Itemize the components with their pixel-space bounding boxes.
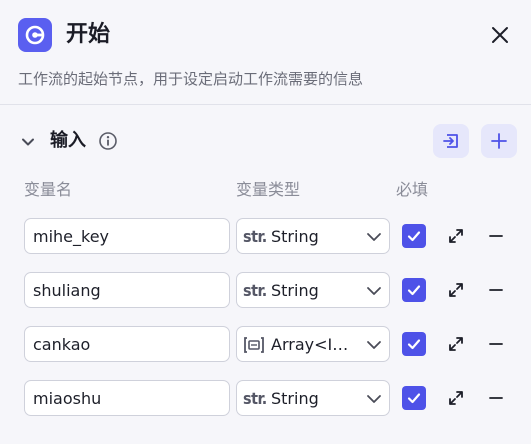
panel-header: 开始: [18, 18, 517, 54]
minus-icon: [489, 289, 503, 291]
variable-row: str. String: [24, 272, 516, 308]
check-icon: [407, 285, 421, 296]
string-type-icon: str.: [243, 389, 267, 408]
panel-description: 工作流的起始节点，用于设定启动工作流需要的信息: [18, 70, 364, 88]
check-icon: [407, 393, 421, 404]
expand-icon: [449, 283, 463, 297]
expand-button[interactable]: [446, 226, 466, 246]
variable-row: Array<I…: [24, 326, 516, 362]
expand-button[interactable]: [446, 280, 466, 300]
info-icon[interactable]: [98, 131, 118, 151]
import-icon: [443, 134, 458, 148]
variable-row: str. String: [24, 218, 516, 254]
remove-variable-button[interactable]: [486, 388, 506, 408]
variable-name-input[interactable]: [24, 272, 230, 308]
add-variable-button[interactable]: [481, 124, 517, 158]
variable-name-input[interactable]: [24, 326, 230, 362]
expand-button[interactable]: [446, 334, 466, 354]
expand-icon: [449, 337, 463, 351]
chevron-down-icon: [367, 395, 381, 403]
column-header-type: 变量类型: [236, 180, 301, 199]
chevron-down-icon: [367, 341, 381, 349]
check-icon: [407, 339, 421, 350]
section-title: 输入: [50, 130, 86, 151]
expand-icon: [449, 229, 463, 243]
minus-icon: [489, 397, 503, 399]
variable-type-label: String: [271, 227, 319, 246]
start-node-icon: [18, 18, 52, 52]
panel-title: 开始: [66, 22, 111, 47]
string-type-icon: str.: [243, 227, 267, 246]
remove-variable-button[interactable]: [486, 334, 506, 354]
variable-type-select[interactable]: Array<I…: [236, 326, 390, 362]
variable-type-label: Array<I…: [271, 335, 349, 354]
variable-row: str. String: [24, 380, 516, 416]
start-node-panel: 开始 工作流的起始节点，用于设定启动工作流需要的信息 输入 变量名 变量类型 必…: [0, 0, 531, 444]
collapse-toggle[interactable]: [18, 132, 38, 152]
column-header-required: 必填: [396, 180, 429, 199]
array-type-icon: [243, 335, 265, 355]
expand-button[interactable]: [446, 388, 466, 408]
minus-icon: [489, 343, 503, 345]
plus-icon: [491, 133, 507, 149]
remove-variable-button[interactable]: [486, 226, 506, 246]
chevron-down-icon: [367, 233, 381, 241]
required-checkbox[interactable]: [402, 278, 426, 302]
variable-type-select[interactable]: str. String: [236, 380, 390, 416]
check-icon: [407, 231, 421, 242]
variable-type-select[interactable]: str. String: [236, 218, 390, 254]
chevron-down-icon: [22, 138, 34, 146]
required-checkbox[interactable]: [402, 332, 426, 356]
variable-type-label: String: [271, 281, 319, 300]
variable-name-input[interactable]: [24, 218, 230, 254]
remove-variable-button[interactable]: [486, 280, 506, 300]
import-button[interactable]: [433, 124, 469, 158]
string-type-icon: str.: [243, 281, 267, 300]
input-section-header: 输入: [18, 124, 517, 160]
minus-icon: [489, 235, 503, 237]
close-icon: [492, 27, 508, 43]
variable-name-input[interactable]: [24, 380, 230, 416]
required-checkbox[interactable]: [402, 386, 426, 410]
divider: [0, 104, 531, 105]
column-header-name: 变量名: [24, 180, 73, 199]
variable-type-select[interactable]: str. String: [236, 272, 390, 308]
variable-type-label: String: [271, 389, 319, 408]
close-button[interactable]: [487, 22, 513, 48]
required-checkbox[interactable]: [402, 224, 426, 248]
chevron-down-icon: [367, 287, 381, 295]
expand-icon: [449, 391, 463, 405]
